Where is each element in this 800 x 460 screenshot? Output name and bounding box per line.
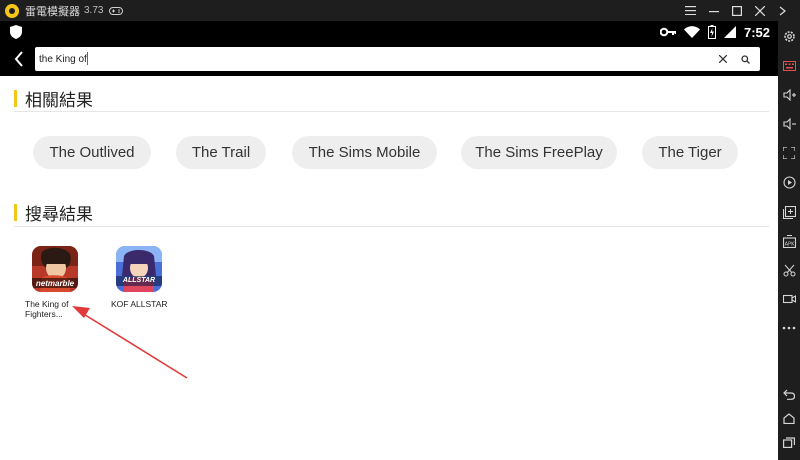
result-title-line: KOF ALLSTAR	[111, 299, 168, 309]
settings-icon[interactable]	[778, 25, 800, 47]
result-item-kof-netmarble[interactable]: netmarble The King of Fighters...	[25, 246, 95, 319]
related-chip[interactable]: The Sims Mobile	[292, 136, 437, 169]
emulator-side-toolbar: APK	[778, 21, 800, 460]
gamepad-icon[interactable]	[109, 6, 124, 16]
clear-icon	[719, 55, 727, 63]
result-item-kof-allstar[interactable]: ALLSTAR KOF ALLSTAR	[111, 246, 181, 309]
allstar-badge: ALLSTAR	[122, 277, 156, 284]
section-divider	[14, 226, 769, 227]
key-icon	[659, 27, 676, 37]
back-button[interactable]	[8, 48, 30, 70]
kof-netmarble-app-icon[interactable]: netmarble	[32, 246, 78, 292]
record-icon[interactable]	[778, 171, 800, 193]
maximize-icon[interactable]	[725, 0, 748, 21]
search-box[interactable]	[35, 47, 760, 71]
result-title-line: Fighters...	[25, 309, 63, 319]
apk-install-icon[interactable]: APK	[778, 230, 800, 252]
app-logo-icon	[5, 3, 19, 18]
result-item-title: KOF ALLSTAR	[111, 299, 181, 309]
clear-search-button[interactable]	[716, 52, 730, 66]
results-section-title: 搜尋結果	[25, 205, 93, 225]
result-title-line: The King of	[25, 299, 69, 309]
minimize-icon[interactable]	[702, 0, 725, 21]
section-accent-bar	[14, 204, 17, 221]
text-caret	[87, 52, 88, 65]
more-icon[interactable]	[778, 317, 800, 339]
kof-allstar-app-icon[interactable]: ALLSTAR	[116, 246, 162, 292]
search-toolbar	[0, 43, 778, 76]
emulator-title-bar: 雷電模擬器 3.73	[0, 0, 800, 21]
section-accent-bar	[14, 90, 17, 107]
add-app-icon[interactable]	[778, 201, 800, 223]
related-chip[interactable]: The Trail	[176, 136, 266, 169]
search-input[interactable]	[39, 49, 689, 69]
search-icon	[740, 54, 750, 64]
search-submit-button[interactable]	[738, 52, 752, 66]
result-item-title: The King of Fighters...	[25, 299, 95, 319]
related-chip[interactable]: The Tiger	[642, 136, 738, 169]
menu-icon[interactable]	[679, 0, 702, 21]
collapse-icon[interactable]	[771, 0, 794, 21]
recents-nav-icon[interactable]	[778, 431, 800, 453]
volume-down-icon[interactable]	[778, 113, 800, 135]
status-clock: 7:52	[743, 24, 770, 40]
related-chip[interactable]: The Outlived	[33, 136, 151, 169]
volume-up-icon[interactable]	[778, 84, 800, 106]
back-icon	[14, 51, 23, 67]
fullscreen-icon[interactable]	[778, 142, 800, 164]
home-nav-icon[interactable]	[778, 407, 800, 429]
search-results-page: 相關結果 The Outlived The Trail The Sims Mob…	[0, 76, 778, 460]
video-icon[interactable]	[778, 288, 800, 310]
back-nav-icon[interactable]	[778, 383, 800, 405]
related-chip[interactable]: The Sims FreePlay	[461, 136, 617, 169]
shield-icon	[10, 25, 22, 39]
related-section-title: 相關結果	[25, 91, 93, 111]
battery-icon	[707, 25, 716, 39]
screenshot-scissors-icon[interactable]	[778, 259, 800, 281]
related-section-header: 相關結果	[14, 86, 93, 111]
netmarble-badge: netmarble	[35, 279, 75, 288]
wifi-icon	[683, 26, 700, 38]
android-status-bar: 7:52	[0, 21, 778, 43]
app-version: 3.73	[84, 5, 104, 16]
results-section-header: 搜尋結果	[14, 200, 93, 225]
section-divider	[14, 111, 769, 112]
keyboard-icon[interactable]	[778, 55, 800, 77]
svg-text:APK: APK	[784, 241, 794, 247]
close-icon[interactable]	[748, 0, 771, 21]
signal-icon	[723, 26, 736, 38]
app-title: 雷電模擬器	[25, 5, 80, 18]
